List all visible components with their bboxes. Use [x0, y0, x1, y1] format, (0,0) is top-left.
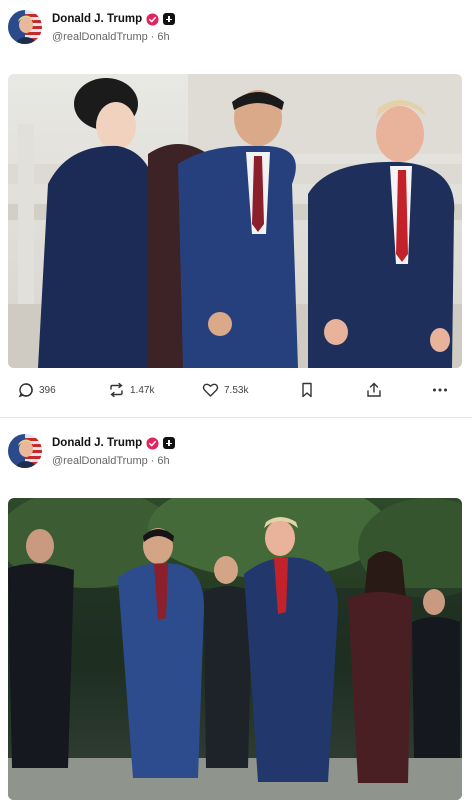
author-handle[interactable]: @realDonaldTrump [52, 455, 148, 467]
avatar[interactable] [8, 10, 42, 44]
share-button[interactable] [366, 382, 382, 398]
bookmark-button[interactable] [300, 382, 314, 398]
post-divider [0, 417, 472, 418]
plus-badge-icon [163, 437, 176, 449]
post-time: 6h [157, 455, 170, 467]
reply-count: 396 [39, 384, 56, 396]
like-button[interactable]: 7.53k [202, 382, 248, 398]
reply-button[interactable]: 396 [18, 382, 56, 398]
repost-count: 1.47k [130, 384, 155, 396]
author-handle[interactable]: @realDonaldTrump [52, 31, 148, 43]
bookmark-icon [302, 382, 312, 398]
repost-button[interactable]: 1.47k [108, 382, 154, 398]
post-time: 6h [157, 31, 170, 43]
plus-badge-icon [163, 13, 176, 25]
post-header: Donald J. Trump @realDonaldTrump · 6h [8, 434, 468, 470]
share-icon [367, 382, 381, 397]
post-header: Donald J. Trump @realDonaldTrump · 6h [8, 10, 468, 46]
more-icon [433, 388, 447, 392]
post: Donald J. Trump @realDonaldTrump · 6h [0, 424, 472, 800]
repost-icon [110, 382, 123, 398]
verified-badge-icon [146, 436, 159, 450]
author-name[interactable]: Donald J. Trump [52, 13, 142, 25]
author-name[interactable]: Donald J. Trump [52, 437, 142, 449]
post: Donald J. Trump @realDonaldTrump · 6h [0, 0, 472, 420]
post-image[interactable] [8, 74, 462, 368]
like-count: 7.53k [224, 384, 249, 396]
post-actions: 396 1.47k 7.53k [18, 382, 458, 406]
more-options-button[interactable] [432, 382, 448, 398]
verified-badge-icon [146, 12, 159, 26]
reply-icon [18, 383, 33, 398]
post-image[interactable] [8, 498, 462, 800]
avatar[interactable] [8, 434, 42, 468]
heart-icon [202, 383, 219, 397]
